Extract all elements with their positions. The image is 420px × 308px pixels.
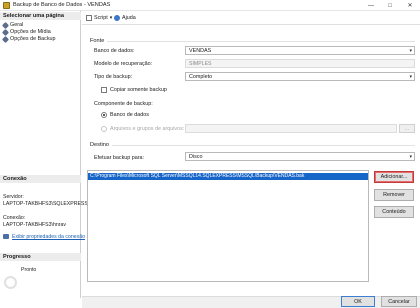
help-label: Ajuda [122,15,136,21]
destination-list[interactable]: C:\Program Files\Microsoft SQL Server\MS… [87,170,369,282]
connection-label: Conexão: [3,215,26,221]
help-icon [114,15,120,21]
wrench-icon [1,35,10,43]
cancel-button[interactable]: Cancelar [381,296,417,307]
source-divider [107,41,415,42]
chevron-down-icon: ▾ [109,15,113,21]
component-files-radio[interactable] [101,126,107,132]
left-pane: Selecionar uma página Geral Opções de Mí… [0,11,88,298]
browse-files-button[interactable]: … [399,124,415,133]
backup-type-value: Completo [189,74,213,80]
sidebar-item-geral[interactable]: Geral [1,21,24,29]
sidebar-item-backup-options[interactable]: Opções de Backup [1,35,56,43]
destination-group-label: Destino [90,142,109,148]
title-bar: Backup de Banco de Dados - VENDAS — □ ✕ [0,0,420,11]
close-icon[interactable]: ✕ [403,0,417,11]
progress-status: Pronto [21,267,37,273]
connection-properties-icon [3,234,9,239]
component-files-label: Arquivos e grupos de arquivos: [110,126,185,132]
backup-type-combo[interactable]: Completo ▾ [185,72,415,81]
wrench-icon [1,28,10,36]
chevron-down-icon: ▾ [409,154,412,160]
files-field [185,124,397,133]
copy-only-label: Copiar somente backup [110,87,167,93]
connection-properties-link-text[interactable]: Exibir propriedades da conexão [12,234,85,240]
sidebar-item-media-options[interactable]: Opções de Mídia [1,28,51,36]
toolbar: Script ▾ Ajuda [82,11,420,25]
component-database-radio[interactable] [101,112,107,118]
help-button[interactable]: Ajuda [114,14,136,22]
app-icon [3,2,10,9]
source-group-label: Fonte [90,38,105,44]
backup-type-label: Tipo de backup: [94,74,133,80]
view-connection-properties-link[interactable]: Exibir propriedades da conexão [12,234,85,240]
destination-divider [112,145,415,146]
copy-only-checkbox[interactable] [101,87,107,93]
wrench-icon [1,21,10,29]
contents-button[interactable]: Conteúdo [374,206,414,218]
sidebar-item-label: Opções de Mídia [10,29,51,35]
server-value: LAPTOP-TAKBHFS3\SQLEXPRESS [3,201,88,207]
recovery-model-field: SIMPLES [185,59,415,68]
sidebar-item-label: Geral [10,22,24,28]
remove-button[interactable]: Remover [374,189,414,201]
destination-path-row[interactable]: C:\Program Files\Microsoft SQL Server\MS… [88,173,368,180]
backup-component-label: Componente de backup: [94,101,153,107]
minimize-icon[interactable]: — [364,0,378,11]
connection-header: Conexão [0,175,81,183]
select-page-header: Selecionar uma página [0,12,81,20]
chevron-down-icon: ▾ [409,48,412,54]
server-label: Servidor: [3,194,24,200]
script-button[interactable]: Script ▾ [86,14,112,22]
backup-to-combo[interactable]: Disco ▾ [185,152,415,161]
recovery-model-label: Modelo de recuperação: [94,61,153,67]
add-button[interactable]: Adicionar... [374,171,414,183]
connection-value: LAPTOP-TAKBHFS3\hnrav [3,222,66,228]
database-value: VENDAS [189,48,212,54]
recovery-model-value: SIMPLES [189,61,212,67]
backup-to-label: Efetuar backup para: [94,155,145,161]
database-label: Banco de dados: [94,48,135,54]
chevron-down-icon: ▾ [409,74,412,80]
maximize-icon[interactable]: □ [383,0,397,11]
component-database-label: Banco de dados [110,112,149,118]
sidebar-item-label: Opções de Backup [10,36,56,42]
backup-to-value: Disco [189,154,203,160]
ok-button[interactable]: OK [341,296,375,307]
script-label: Script [94,15,108,21]
script-icon [86,15,92,21]
window-title: Backup de Banco de Dados - VENDAS [13,2,111,8]
progress-spinner-icon [4,276,17,289]
database-combo[interactable]: VENDAS ▾ [185,46,415,55]
progress-header: Progresso [0,253,81,261]
